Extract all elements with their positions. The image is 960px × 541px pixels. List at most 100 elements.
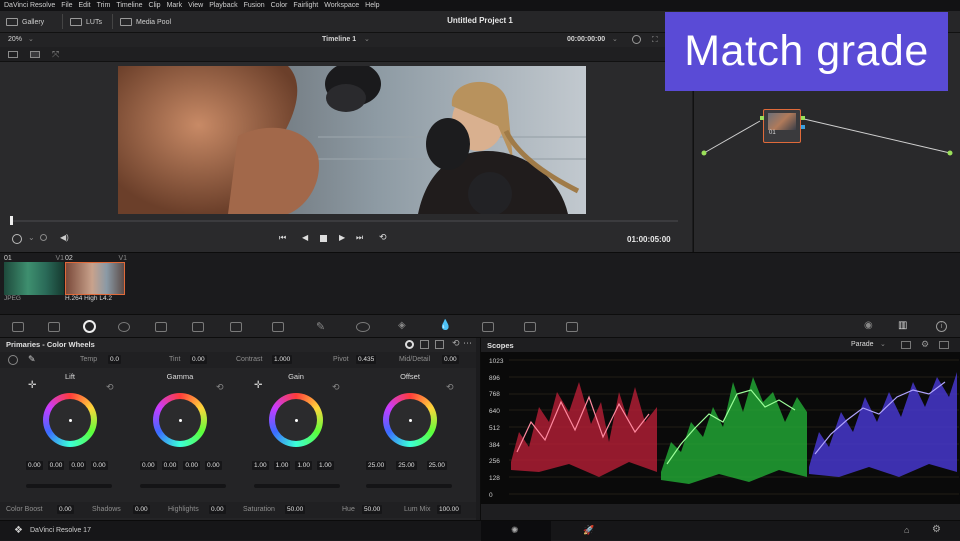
shadows-value[interactable]: 0.00 [133, 505, 150, 514]
reset-icon[interactable]: ⟲ [106, 382, 114, 393]
split-view-icon[interactable] [30, 51, 40, 58]
crosshair-icon[interactable]: ✛ [254, 380, 262, 391]
scope-type-select[interactable]: Parade [851, 341, 874, 348]
menu-edit[interactable]: Edit [79, 2, 91, 9]
lift-wheel[interactable] [43, 393, 97, 447]
rgb-mixer-icon[interactable] [118, 322, 130, 332]
viewer-mode-icon[interactable] [8, 51, 18, 58]
key-icon[interactable] [482, 322, 494, 332]
gamma-g-value[interactable]: 0.00 [183, 461, 200, 470]
blur-icon[interactable]: 💧 [439, 320, 451, 331]
auto-balance-icon[interactable] [8, 355, 18, 365]
scrubber-bar[interactable] [10, 220, 678, 222]
3d-icon[interactable] [566, 322, 578, 332]
menu-clip[interactable]: Clip [149, 2, 161, 9]
reset-icon[interactable]: ⟲ [446, 382, 454, 393]
pivot-value[interactable]: 0.435 [356, 355, 377, 364]
step-back-icon[interactable]: ◀ [302, 233, 308, 242]
more-options-icon[interactable]: ⋯ [463, 338, 472, 349]
offset-g-value[interactable]: 25.00 [396, 461, 417, 470]
chevron-down-icon[interactable]: ⌄ [364, 35, 370, 43]
offset-r-value[interactable]: 25.00 [366, 461, 387, 470]
stop-icon[interactable] [320, 235, 327, 242]
tracker-icon[interactable]: ◈ [398, 320, 406, 331]
gamma-master-wheel[interactable] [140, 484, 226, 488]
lift-master-wheel[interactable] [26, 484, 112, 488]
view-options-icon[interactable] [12, 234, 22, 244]
node-output-port[interactable] [801, 116, 805, 120]
gamma-r-value[interactable]: 0.00 [161, 461, 179, 470]
warper-icon[interactable] [230, 322, 242, 332]
qualifier-icon[interactable] [272, 322, 284, 332]
node-key-port[interactable] [801, 125, 805, 129]
eyedropper-icon[interactable]: ✎ [316, 320, 325, 333]
lift-y-value[interactable]: 0.00 [26, 461, 43, 470]
clip-01[interactable]: 01 V1 JPEG [4, 255, 64, 302]
menu-app[interactable]: DaVinci Resolve [4, 2, 55, 9]
menu-timeline[interactable]: Timeline [116, 2, 142, 9]
gain-wheel[interactable] [269, 393, 323, 447]
scope-layout-icon[interactable] [901, 341, 911, 349]
hue-value[interactable]: 50.00 [362, 505, 383, 514]
tint-value[interactable]: 0.00 [190, 355, 207, 364]
reset-icon[interactable]: ⟲ [452, 338, 460, 349]
contrast-value[interactable]: 1.000 [272, 355, 293, 364]
chevron-down-icon[interactable]: ⌄ [28, 35, 34, 43]
offset-master-wheel[interactable] [366, 484, 452, 488]
bars-mode-icon[interactable] [420, 340, 429, 349]
gamma-y-value[interactable]: 0.00 [140, 461, 157, 470]
mid-detail-value[interactable]: 0.00 [442, 355, 459, 364]
loop-icon[interactable] [40, 234, 47, 241]
scopes-icon[interactable]: ▥ [898, 320, 907, 331]
chevron-down-icon[interactable]: ⌄ [880, 340, 886, 348]
menu-playback[interactable]: Playback [209, 2, 237, 9]
menu-fusion[interactable]: Fusion [244, 2, 265, 9]
log-mode-icon[interactable] [435, 340, 444, 349]
eyedropper-icon[interactable]: ✎ [28, 354, 36, 365]
curves-icon[interactable] [192, 322, 204, 332]
crosshair-icon[interactable]: ✛ [28, 380, 36, 391]
menu-file[interactable]: File [61, 2, 72, 9]
menu-mark[interactable]: Mark [167, 2, 183, 9]
chevron-down-icon[interactable]: ⌄ [28, 233, 35, 242]
window-icon[interactable] [356, 322, 370, 332]
camera-raw-icon[interactable] [12, 322, 24, 332]
skip-end-icon[interactable]: ⏭ [356, 233, 363, 243]
info-icon[interactable]: i [936, 321, 947, 332]
gamma-wheel[interactable] [153, 393, 207, 447]
timeline-select[interactable]: Timeline 1 [322, 36, 356, 43]
expand-scope-icon[interactable] [939, 341, 949, 349]
settings-icon[interactable]: ⚙ [932, 524, 941, 535]
stereo-icon[interactable]: ◉ [864, 320, 873, 331]
page-color-active[interactable]: ✺ [481, 521, 551, 541]
color-match-icon[interactable] [48, 322, 60, 332]
offset-b-value[interactable]: 25.00 [426, 461, 447, 470]
settings-icon[interactable]: ⚙ [921, 339, 929, 350]
lift-b-value[interactable]: 0.00 [90, 461, 108, 470]
menu-help[interactable]: Help [365, 2, 379, 9]
node-01[interactable]: 01 [760, 109, 805, 143]
menu-trim[interactable]: Trim [97, 2, 111, 9]
menu-fairlight[interactable]: Fairlight [293, 2, 318, 9]
node-input-port[interactable] [760, 116, 764, 120]
color-picker-icon[interactable] [632, 35, 641, 44]
transform-icon[interactable]: ⤧ [52, 49, 59, 60]
clip-02[interactable]: 02 V1 H.264 High L4.2 [65, 255, 127, 302]
menu-workspace[interactable]: Workspace [324, 2, 359, 9]
lum-mix-value[interactable]: 100.00 [437, 505, 461, 514]
gamma-b-value[interactable]: 0.00 [204, 461, 222, 470]
menu-color[interactable]: Color [271, 2, 288, 9]
menu-view[interactable]: View [188, 2, 203, 9]
motion-effects-icon[interactable] [155, 322, 167, 332]
gain-master-wheel[interactable] [254, 484, 340, 488]
gain-b-value[interactable]: 1.00 [316, 461, 334, 470]
deliver-page-icon[interactable]: 🚀 [583, 525, 594, 536]
gain-y-value[interactable]: 1.00 [252, 461, 269, 470]
lift-g-value[interactable]: 0.00 [69, 461, 86, 470]
chevron-down-icon[interactable]: ⌄ [612, 35, 618, 43]
skip-start-icon[interactable]: ⏮ [279, 233, 286, 243]
primaries-mode-icon[interactable] [405, 340, 414, 349]
color-boost-value[interactable]: 0.00 [57, 505, 74, 514]
home-icon[interactable]: ⌂ [904, 525, 909, 535]
color-wheels-icon[interactable] [83, 320, 96, 333]
